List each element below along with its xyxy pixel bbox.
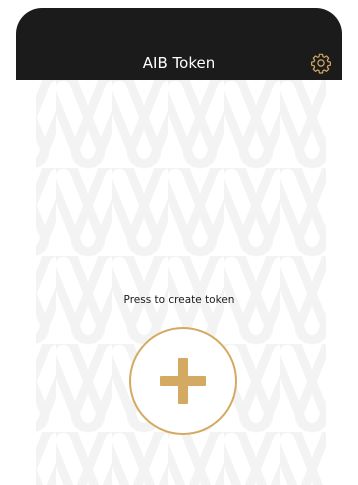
plus-icon-vertical <box>178 358 188 404</box>
app-header: AIB Token <box>16 8 342 80</box>
gear-icon <box>311 53 331 74</box>
settings-button[interactable] <box>310 52 332 74</box>
app-screen: AIB Token Press to create token <box>0 0 358 485</box>
create-token-prompt: Press to create token <box>123 294 235 306</box>
page-title: AIB Token <box>142 54 216 72</box>
create-token-button[interactable] <box>129 327 237 435</box>
